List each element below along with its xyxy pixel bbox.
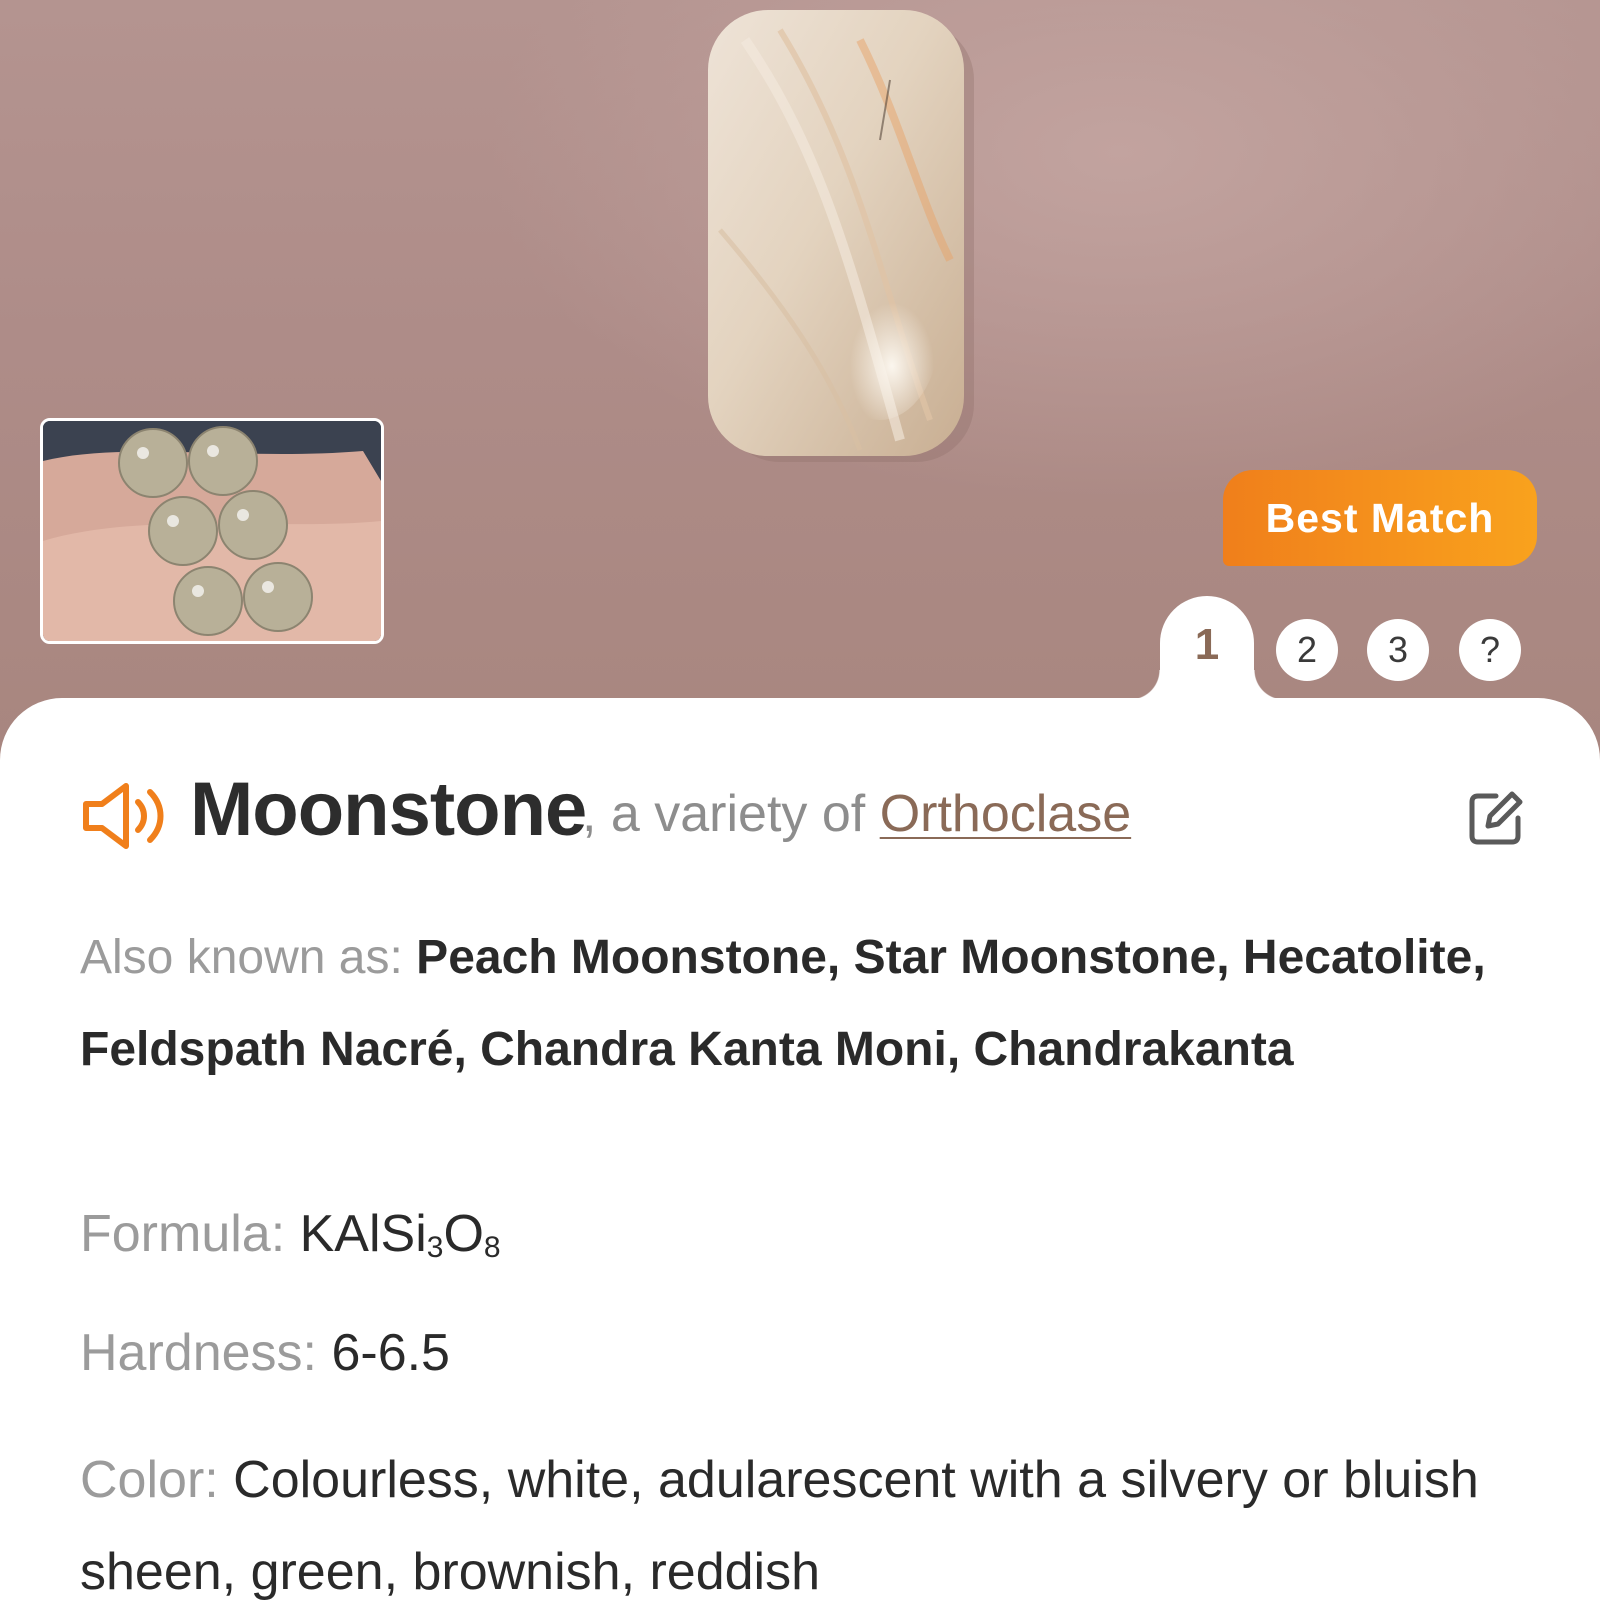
aka-label: Also known as:: [80, 931, 417, 984]
also-known-as: Also known as: Peach Moonstone, Star Moo…: [80, 912, 1520, 1096]
tab-3[interactable]: 3: [1367, 619, 1429, 681]
variety-link[interactable]: Orthoclase: [880, 785, 1131, 843]
moonstone-photo: [708, 10, 974, 462]
tab-help[interactable]: ?: [1459, 619, 1521, 681]
tab-2[interactable]: 2: [1276, 619, 1338, 681]
formula-row: Formula: KAlSi3O8: [80, 1203, 1520, 1279]
hardness-value: 6-6.5: [331, 1324, 450, 1382]
tab-1[interactable]: 1: [1160, 596, 1254, 736]
tab-join-right: [1254, 670, 1284, 700]
hero-photo: Best Match: [0, 0, 1600, 760]
thumbnail-photo[interactable]: [40, 418, 384, 644]
color-row: Color: Colourless, white, adularescent w…: [80, 1434, 1520, 1618]
formula-subscript: 8: [483, 1231, 501, 1264]
hardness-label: Hardness:: [80, 1324, 332, 1382]
edit-icon[interactable]: [1466, 790, 1524, 848]
tab-join-left: [1130, 670, 1160, 700]
formula-part: KAlSi: [299, 1205, 427, 1263]
color-value: Colourless, white, adularescent with a s…: [80, 1451, 1479, 1601]
mineral-name: Moonstone: [190, 767, 587, 852]
variety-prefix: , a variety of: [582, 785, 880, 843]
formula-value: KAlSi3O8: [299, 1205, 501, 1264]
formula-part: O: [443, 1205, 484, 1263]
best-match-badge: Best Match: [1223, 470, 1537, 566]
color-label: Color:: [80, 1451, 234, 1509]
variety-line: , a variety of Orthoclase: [582, 784, 1131, 844]
formula-label: Formula:: [80, 1205, 300, 1263]
speaker-icon[interactable]: [82, 782, 168, 850]
formula-subscript: 3: [426, 1231, 444, 1264]
beads-photo: [43, 421, 381, 641]
hardness-row: Hardness: 6-6.5: [80, 1322, 1520, 1384]
